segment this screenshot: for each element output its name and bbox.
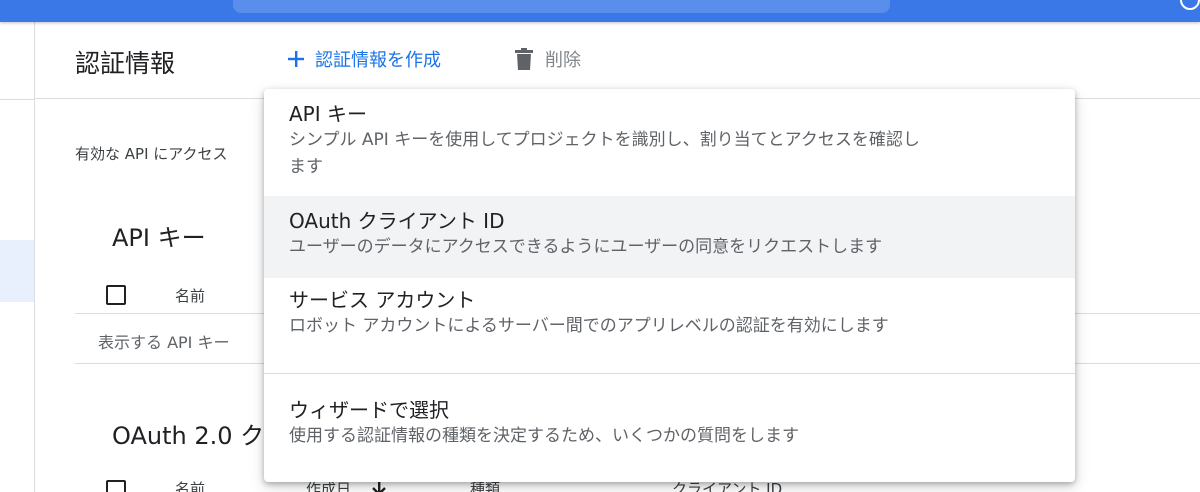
sort-descending-icon[interactable] [372, 482, 386, 492]
nav-item-credentials[interactable] [0, 240, 34, 302]
plus-icon [288, 51, 304, 67]
menu-item-title: OAuth クライアント ID [289, 209, 505, 233]
menu-item-wizard[interactable]: ウィザードで選択 使用する認証情報の種類を決定するため、いくつかの質問をします [264, 389, 1075, 467]
select-all-api-keys-checkbox[interactable] [106, 285, 126, 305]
menu-item-description: 使用する認証情報の種類を決定するため、いくつかの質問をします [289, 426, 799, 446]
page-title: 認証情報 [75, 49, 176, 78]
delete-label: 削除 [545, 50, 581, 71]
oauth-col-name[interactable]: 名前 [175, 478, 205, 492]
nav-divider [0, 99, 34, 100]
api-keys-col-name[interactable]: 名前 [175, 285, 205, 306]
menu-item-oauth-client-id[interactable]: OAuth クライアント ID ユーザーのデータにアクセスできるようにユーザーの… [264, 196, 1075, 278]
account-icon[interactable] [1170, 0, 1200, 18]
create-credentials-button[interactable]: 認証情報を作成 [285, 46, 441, 72]
left-nav [0, 22, 35, 492]
menu-divider [264, 373, 1075, 374]
trash-icon [515, 48, 533, 70]
menu-item-title: サービス アカウント [289, 288, 476, 312]
api-keys-empty-message: 表示する API キー [98, 333, 230, 352]
top-app-bar [0, 0, 1200, 22]
page-description: 有効な API にアクセス [75, 145, 228, 163]
api-keys-section-title: API キー [112, 224, 206, 252]
menu-item-description: ロボット アカウントによるサーバー間でのアプリレベルの認証を有効にします [289, 316, 889, 336]
page-header: 認証情報 認証情報を作成 削除 [35, 22, 1200, 99]
menu-item-title: API キー [289, 102, 367, 126]
delete-button[interactable]: 削除 [515, 46, 581, 72]
menu-item-description: シンプル API キーを使用してプロジェクトを識別し、割り当てとアクセスを確認し… [289, 130, 920, 177]
menu-item-service-account[interactable]: サービス アカウント ロボット アカウントによるサーバー間でのアプリレベルの認証… [264, 278, 1075, 360]
menu-item-description: ユーザーのデータにアクセスできるようにユーザーの同意をリクエストします [289, 237, 883, 257]
search-bar[interactable] [233, 0, 890, 13]
create-credentials-label: 認証情報を作成 [315, 50, 441, 71]
oauth-section-title: OAuth 2.0 ク [112, 422, 265, 450]
select-all-oauth-checkbox[interactable] [106, 480, 126, 492]
menu-item-title: ウィザードで選択 [289, 398, 449, 422]
menu-item-api-key[interactable]: API キー シンプル API キーを使用してプロジェクトを識別し、割り当てとア… [264, 101, 1075, 195]
create-credentials-menu: API キー シンプル API キーを使用してプロジェクトを識別し、割り当てとア… [264, 89, 1075, 482]
